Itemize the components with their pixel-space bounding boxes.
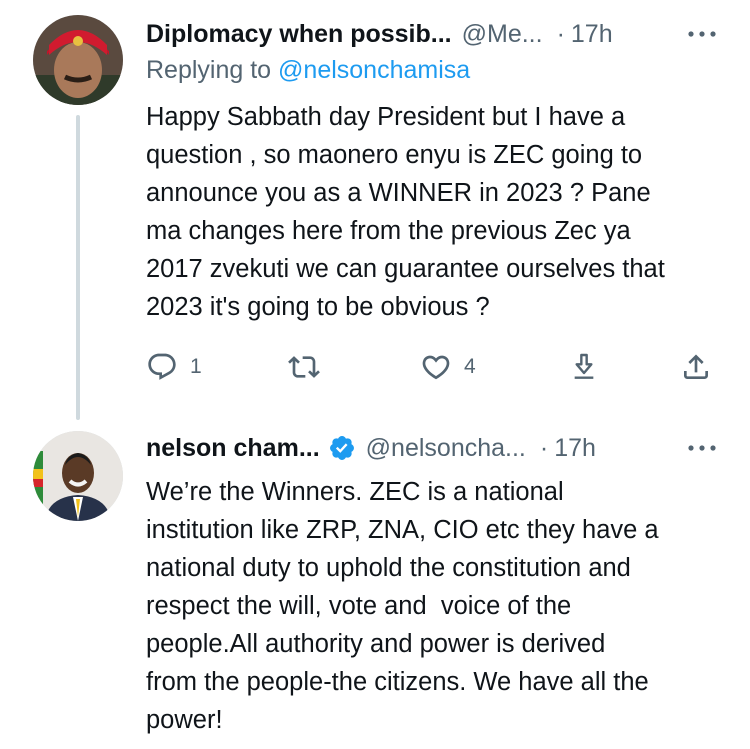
user-handle[interactable]: @Me... [462,20,543,49]
avatar[interactable] [33,431,123,521]
reply-count: 1 [190,355,202,378]
replying-to: Replying to @nelsonchamisa [146,56,470,85]
tweet-text: We’re the Winners. ZEC is a national ins… [146,478,659,734]
like-count: 4 [464,355,476,378]
share-icon [684,354,708,379]
avatar-image [33,431,123,521]
replying-prefix: Replying to [146,56,272,84]
retweet-button[interactable] [288,347,320,387]
avatar-image [33,15,123,105]
like-icon [422,355,450,380]
retweet-icon [288,356,320,378]
user-handle[interactable]: @nelsoncha... [366,434,526,463]
bookmark-button[interactable] [568,347,600,387]
share-button[interactable] [680,347,712,387]
action-bar: 1 4 [146,347,728,387]
verified-badge-icon [328,434,356,462]
like-button[interactable]: 4 [420,347,476,387]
timestamp[interactable]: 17h [571,20,613,49]
timestamp[interactable]: 17h [554,434,596,463]
reply-icon [148,353,176,380]
separator: · [539,433,549,462]
tweet-text: Happy Sabbath day President but I have a… [146,103,665,321]
tweet-header: nelson cham... @nelsoncha... · 17h [146,428,720,468]
more-icon[interactable] [682,18,722,50]
tweet-header: Diplomacy when possib... @Me... · 17h [146,14,720,54]
tweet-parent[interactable]: Diplomacy when possib... @Me... · 17h Re… [0,0,750,420]
display-name[interactable]: Diplomacy when possib... [146,20,452,49]
reply-button[interactable]: 1 [146,347,202,387]
more-icon[interactable] [682,432,722,464]
thread-line [76,115,80,420]
avatar[interactable] [33,15,123,105]
mention-link[interactable]: @nelsonchamisa [278,56,470,84]
bookmark-icon [574,353,594,379]
display-name[interactable]: nelson cham... [146,434,320,463]
separator: · [556,19,565,48]
tweet-reply[interactable]: nelson cham... @nelsoncha... · 17h We’re… [0,420,750,749]
